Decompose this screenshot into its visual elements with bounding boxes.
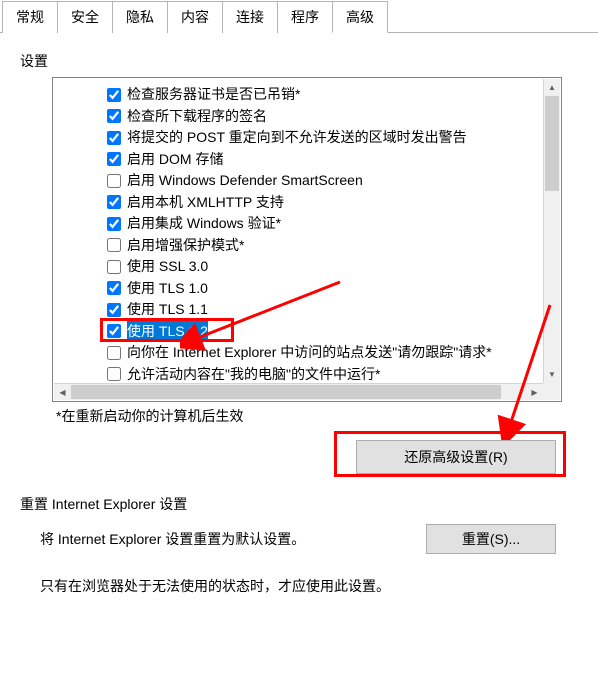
settings-checkbox-11[interactable] — [107, 324, 121, 338]
scroll-right-arrow[interactable]: ▶ — [526, 384, 543, 401]
tab-1[interactable]: 安全 — [57, 1, 113, 33]
settings-item-label: 允许活动内容在"我的电脑"的文件中运行* — [127, 364, 380, 386]
tab-5[interactable]: 程序 — [277, 1, 333, 33]
settings-checkbox-12[interactable] — [107, 346, 121, 360]
scroll-up-arrow[interactable]: ▲ — [544, 79, 560, 96]
settings-item-9[interactable]: 使用 TLS 1.0 — [107, 278, 561, 300]
settings-item-2[interactable]: 将提交的 POST 重定向到不允许发送的区域时发出警告 — [107, 127, 561, 149]
settings-checkbox-5[interactable] — [107, 195, 121, 209]
settings-item-12[interactable]: 向你在 Internet Explorer 中访问的站点发送"请勿跟踪"请求* — [107, 342, 561, 364]
settings-checkbox-3[interactable] — [107, 152, 121, 166]
scroll-corner — [543, 383, 560, 400]
scroll-left-arrow[interactable]: ◀ — [54, 384, 71, 401]
settings-checkbox-8[interactable] — [107, 260, 121, 274]
settings-item-5[interactable]: 启用本机 XMLHTTP 支持 — [107, 192, 561, 214]
settings-note: *在重新启动你的计算机后生效 — [56, 406, 578, 426]
tab-strip: 常规安全隐私内容连接程序高级 — [0, 0, 598, 33]
settings-item-6[interactable]: 启用集成 Windows 验证* — [107, 213, 561, 235]
reset-button[interactable]: 重置(S)... — [426, 524, 556, 554]
reset-note: 只有在浏览器处于无法使用的状态时，才应使用此设置。 — [20, 576, 578, 596]
horizontal-scrollbar[interactable]: ◀ ▶ — [54, 383, 543, 400]
scroll-thumb-horizontal[interactable] — [71, 385, 501, 399]
restore-advanced-button[interactable]: 还原高级设置(R) — [356, 440, 556, 474]
reset-section-title: 重置 Internet Explorer 设置 — [20, 494, 578, 514]
settings-checkbox-0[interactable] — [107, 88, 121, 102]
settings-item-label: 启用 Windows Defender SmartScreen — [127, 170, 363, 192]
scroll-down-arrow[interactable]: ▼ — [544, 366, 560, 383]
settings-item-4[interactable]: 启用 Windows Defender SmartScreen — [107, 170, 561, 192]
settings-checkbox-6[interactable] — [107, 217, 121, 231]
settings-checkbox-1[interactable] — [107, 109, 121, 123]
settings-item-label: 使用 TLS 1.0 — [127, 278, 208, 300]
scroll-thumb-vertical[interactable] — [545, 96, 559, 191]
settings-item-label: 启用增强保护模式* — [127, 235, 244, 257]
settings-item-label: 启用 DOM 存储 — [127, 149, 223, 171]
settings-item-13[interactable]: 允许活动内容在"我的电脑"的文件中运行* — [107, 364, 561, 386]
vertical-scrollbar[interactable]: ▲ ▼ — [543, 79, 560, 383]
tab-0[interactable]: 常规 — [2, 1, 58, 33]
settings-item-0[interactable]: 检查服务器证书是否已吊销* — [107, 84, 561, 106]
reset-desc: 将 Internet Explorer 设置重置为默认设置。 — [40, 529, 305, 549]
settings-checkbox-4[interactable] — [107, 174, 121, 188]
settings-item-1[interactable]: 检查所下载程序的签名 — [107, 106, 561, 128]
tab-4[interactable]: 连接 — [222, 1, 278, 33]
settings-item-10[interactable]: 使用 TLS 1.1 — [107, 299, 561, 321]
settings-item-label: 使用 TLS 1.1 — [127, 299, 208, 321]
settings-item-label: 检查服务器证书是否已吊销* — [127, 84, 300, 106]
settings-checkbox-9[interactable] — [107, 281, 121, 295]
tab-6[interactable]: 高级 — [332, 1, 388, 33]
settings-item-label: 启用集成 Windows 验证* — [127, 213, 281, 235]
settings-item-label: 检查所下载程序的签名 — [127, 106, 267, 128]
settings-item-label: 使用 SSL 3.0 — [127, 256, 208, 278]
settings-checkbox-7[interactable] — [107, 238, 121, 252]
settings-item-label: 使用 TLS 1.2 — [127, 321, 208, 343]
settings-listbox[interactable]: 检查服务器证书是否已吊销*检查所下载程序的签名将提交的 POST 重定向到不允许… — [52, 77, 562, 402]
tab-2[interactable]: 隐私 — [112, 1, 168, 33]
settings-item-7[interactable]: 启用增强保护模式* — [107, 235, 561, 257]
settings-item-11[interactable]: 使用 TLS 1.2 — [107, 321, 561, 343]
settings-item-label: 将提交的 POST 重定向到不允许发送的区域时发出警告 — [127, 127, 467, 149]
tab-panel-advanced: 设置 检查服务器证书是否已吊销*检查所下载程序的签名将提交的 POST 重定向到… — [0, 33, 598, 606]
settings-checkbox-10[interactable] — [107, 303, 121, 317]
settings-item-8[interactable]: 使用 SSL 3.0 — [107, 256, 561, 278]
settings-item-label: 向你在 Internet Explorer 中访问的站点发送"请勿跟踪"请求* — [127, 342, 492, 364]
settings-checkbox-2[interactable] — [107, 131, 121, 145]
settings-item-label: 启用本机 XMLHTTP 支持 — [127, 192, 284, 214]
tab-3[interactable]: 内容 — [167, 1, 223, 33]
settings-item-3[interactable]: 启用 DOM 存储 — [107, 149, 561, 171]
settings-label: 设置 — [20, 51, 578, 71]
settings-checkbox-13[interactable] — [107, 367, 121, 381]
